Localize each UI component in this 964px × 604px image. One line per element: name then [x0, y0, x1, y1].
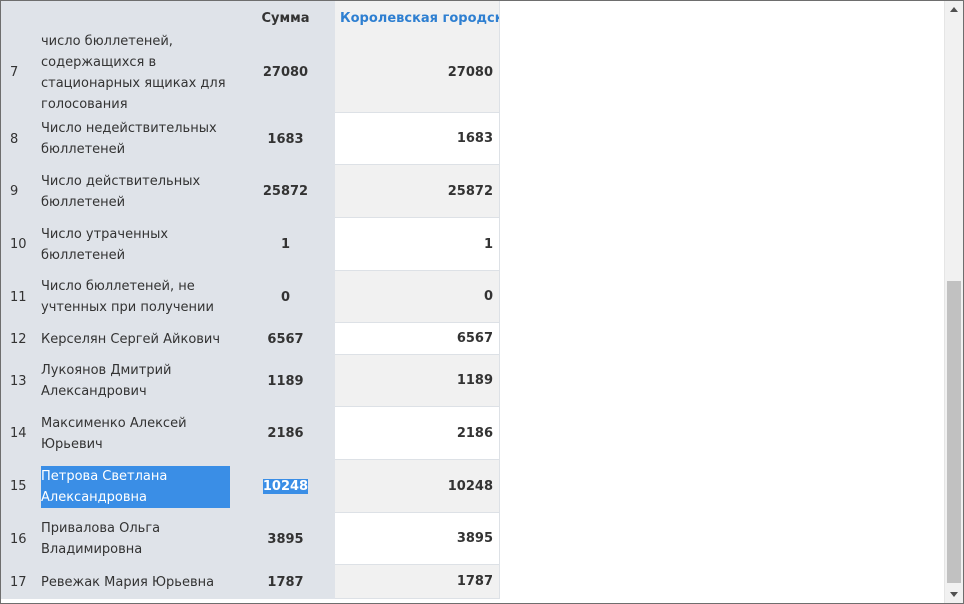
row-value[interactable]: 1189: [335, 355, 500, 407]
row-sum: 6567: [236, 323, 335, 355]
row-sum-text: 25872: [262, 184, 309, 199]
row-value[interactable]: 3895: [335, 513, 500, 565]
row-label-text: Число бюллетеней, не учтенных при получе…: [41, 279, 214, 315]
row-label: Число утраченных бюллетеней: [32, 218, 236, 271]
row-sum: 3895: [236, 513, 335, 565]
row-value[interactable]: 2186: [335, 407, 500, 460]
row-label: Привалова Ольга Владимировна: [32, 513, 236, 565]
row-sum-text: 2186: [267, 426, 304, 441]
row-label: число бюллетеней, содержащихся в стацион…: [32, 32, 236, 113]
row-sum-text: 6567: [267, 331, 304, 347]
table-row: 8 Число недействительных бюллетеней 1683…: [1, 113, 500, 165]
vertical-scrollbar[interactable]: [944, 1, 963, 603]
table-row: 12 Керселян Сергей Айкович 6567 6567: [1, 323, 500, 355]
row-label-text: Число недействительных бюллетеней: [41, 121, 217, 157]
table-row: 13 Лукоянов Дмитрий Александрович 1189 1…: [1, 355, 500, 407]
scroll-down-button[interactable]: [945, 586, 963, 603]
row-sum: 1683: [236, 113, 335, 165]
row-sum-text: 0: [280, 289, 291, 305]
row-label: Число действительных бюллетеней: [32, 165, 236, 218]
row-sum-text: 1787: [267, 574, 304, 590]
row-value[interactable]: 10248: [335, 460, 500, 513]
row-label-text: Лукоянов Дмитрий Александрович: [41, 363, 172, 399]
header-num: [1, 1, 32, 36]
row-label-text: Керселян Сергей Айкович: [41, 331, 221, 347]
row-label-text: Число действительных бюллетеней: [41, 173, 201, 210]
row-sum-text: 1: [280, 237, 291, 252]
row-number: 10: [1, 218, 32, 271]
row-label: Число недействительных бюллетеней: [32, 113, 236, 165]
row-label-text: Ревежак Мария Юрьевна: [41, 574, 215, 590]
row-sum-text: 1189: [267, 373, 304, 389]
row-label: Лукоянов Дмитрий Александрович: [32, 355, 236, 407]
row-number: 12: [1, 323, 32, 355]
row-value[interactable]: 0: [335, 271, 500, 323]
results-table: Сумма Королевская городская 7 число бюлл…: [1, 1, 500, 599]
row-value[interactable]: 6567: [335, 323, 500, 355]
row-sum: 0: [236, 271, 335, 323]
row-label: Число бюллетеней, не учтенных при получе…: [32, 271, 236, 323]
row-number: 13: [1, 355, 32, 407]
row-sum: 1189: [236, 355, 335, 407]
row-sum-text: 27080: [262, 65, 309, 80]
row-label: Ревежак Мария Юрьевна: [32, 565, 236, 599]
row-number: 11: [1, 271, 32, 323]
row-label-text: число бюллетеней, содержащихся в стацион…: [41, 33, 226, 112]
table-row: 17 Ревежак Мария Юрьевна 1787 1787: [1, 565, 500, 599]
row-number: 15: [1, 460, 32, 513]
scroll-up-button[interactable]: [945, 1, 963, 18]
row-value[interactable]: 1787: [335, 565, 500, 599]
row-number: 7: [1, 32, 32, 113]
table-row: 11 Число бюллетеней, не учтенных при пол…: [1, 271, 500, 323]
row-value[interactable]: 25872: [335, 165, 500, 218]
table-row: 7 число бюллетеней, содержащихся в стаци…: [1, 32, 500, 113]
row-number: 9: [1, 165, 32, 218]
table-row: 16 Привалова Ольга Владимировна 3895 389…: [1, 513, 500, 565]
row-sum: 1: [236, 218, 335, 271]
table-row: 9 Число действительных бюллетеней 25872 …: [1, 165, 500, 218]
row-sum: 1787: [236, 565, 335, 599]
row-value[interactable]: 1683: [335, 113, 500, 165]
scrollbar-thumb[interactable]: [947, 281, 961, 583]
row-number: 14: [1, 407, 32, 460]
row-number: 17: [1, 565, 32, 599]
row-value[interactable]: 27080: [335, 32, 500, 113]
row-number: 8: [1, 113, 32, 165]
row-label-text-selected: Петрова Светлана Александровна: [41, 465, 230, 508]
results-window: Сумма Королевская городская 7 число бюлл…: [0, 0, 964, 604]
row-sum: 25872: [236, 165, 335, 218]
table-viewport: Сумма Королевская городская 7 число бюлл…: [1, 1, 942, 603]
row-sum-text-selected: 10248: [262, 479, 309, 494]
row-sum: 27080: [236, 32, 335, 113]
table-row: 15 Петрова Светлана Александровна 10248 …: [1, 460, 500, 513]
row-value[interactable]: 1: [335, 218, 500, 271]
row-label: Керселян Сергей Айкович: [32, 323, 236, 355]
table-row: 10 Число утраченных бюллетеней 1 1: [1, 218, 500, 271]
row-sum-text: 3895: [267, 531, 304, 547]
chevron-up-icon: [950, 7, 958, 12]
row-label: Петрова Светлана Александровна: [32, 460, 236, 513]
header-territory-link[interactable]: Королевская городская: [335, 1, 500, 36]
table-row: 14 Максименко Алексей Юрьевич 2186 2186: [1, 407, 500, 460]
row-label-text: Максименко Алексей Юрьевич: [41, 415, 187, 452]
row-number: 16: [1, 513, 32, 565]
row-label-text: Число утраченных бюллетеней: [41, 226, 169, 263]
row-label-text: Привалова Ольга Владимировна: [41, 521, 161, 557]
header-sum: Сумма: [236, 1, 335, 36]
row-label: Максименко Алексей Юрьевич: [32, 407, 236, 460]
row-sum-text: 1683: [267, 131, 304, 147]
row-sum: 10248: [236, 460, 335, 513]
chevron-down-icon: [950, 592, 958, 597]
row-sum: 2186: [236, 407, 335, 460]
